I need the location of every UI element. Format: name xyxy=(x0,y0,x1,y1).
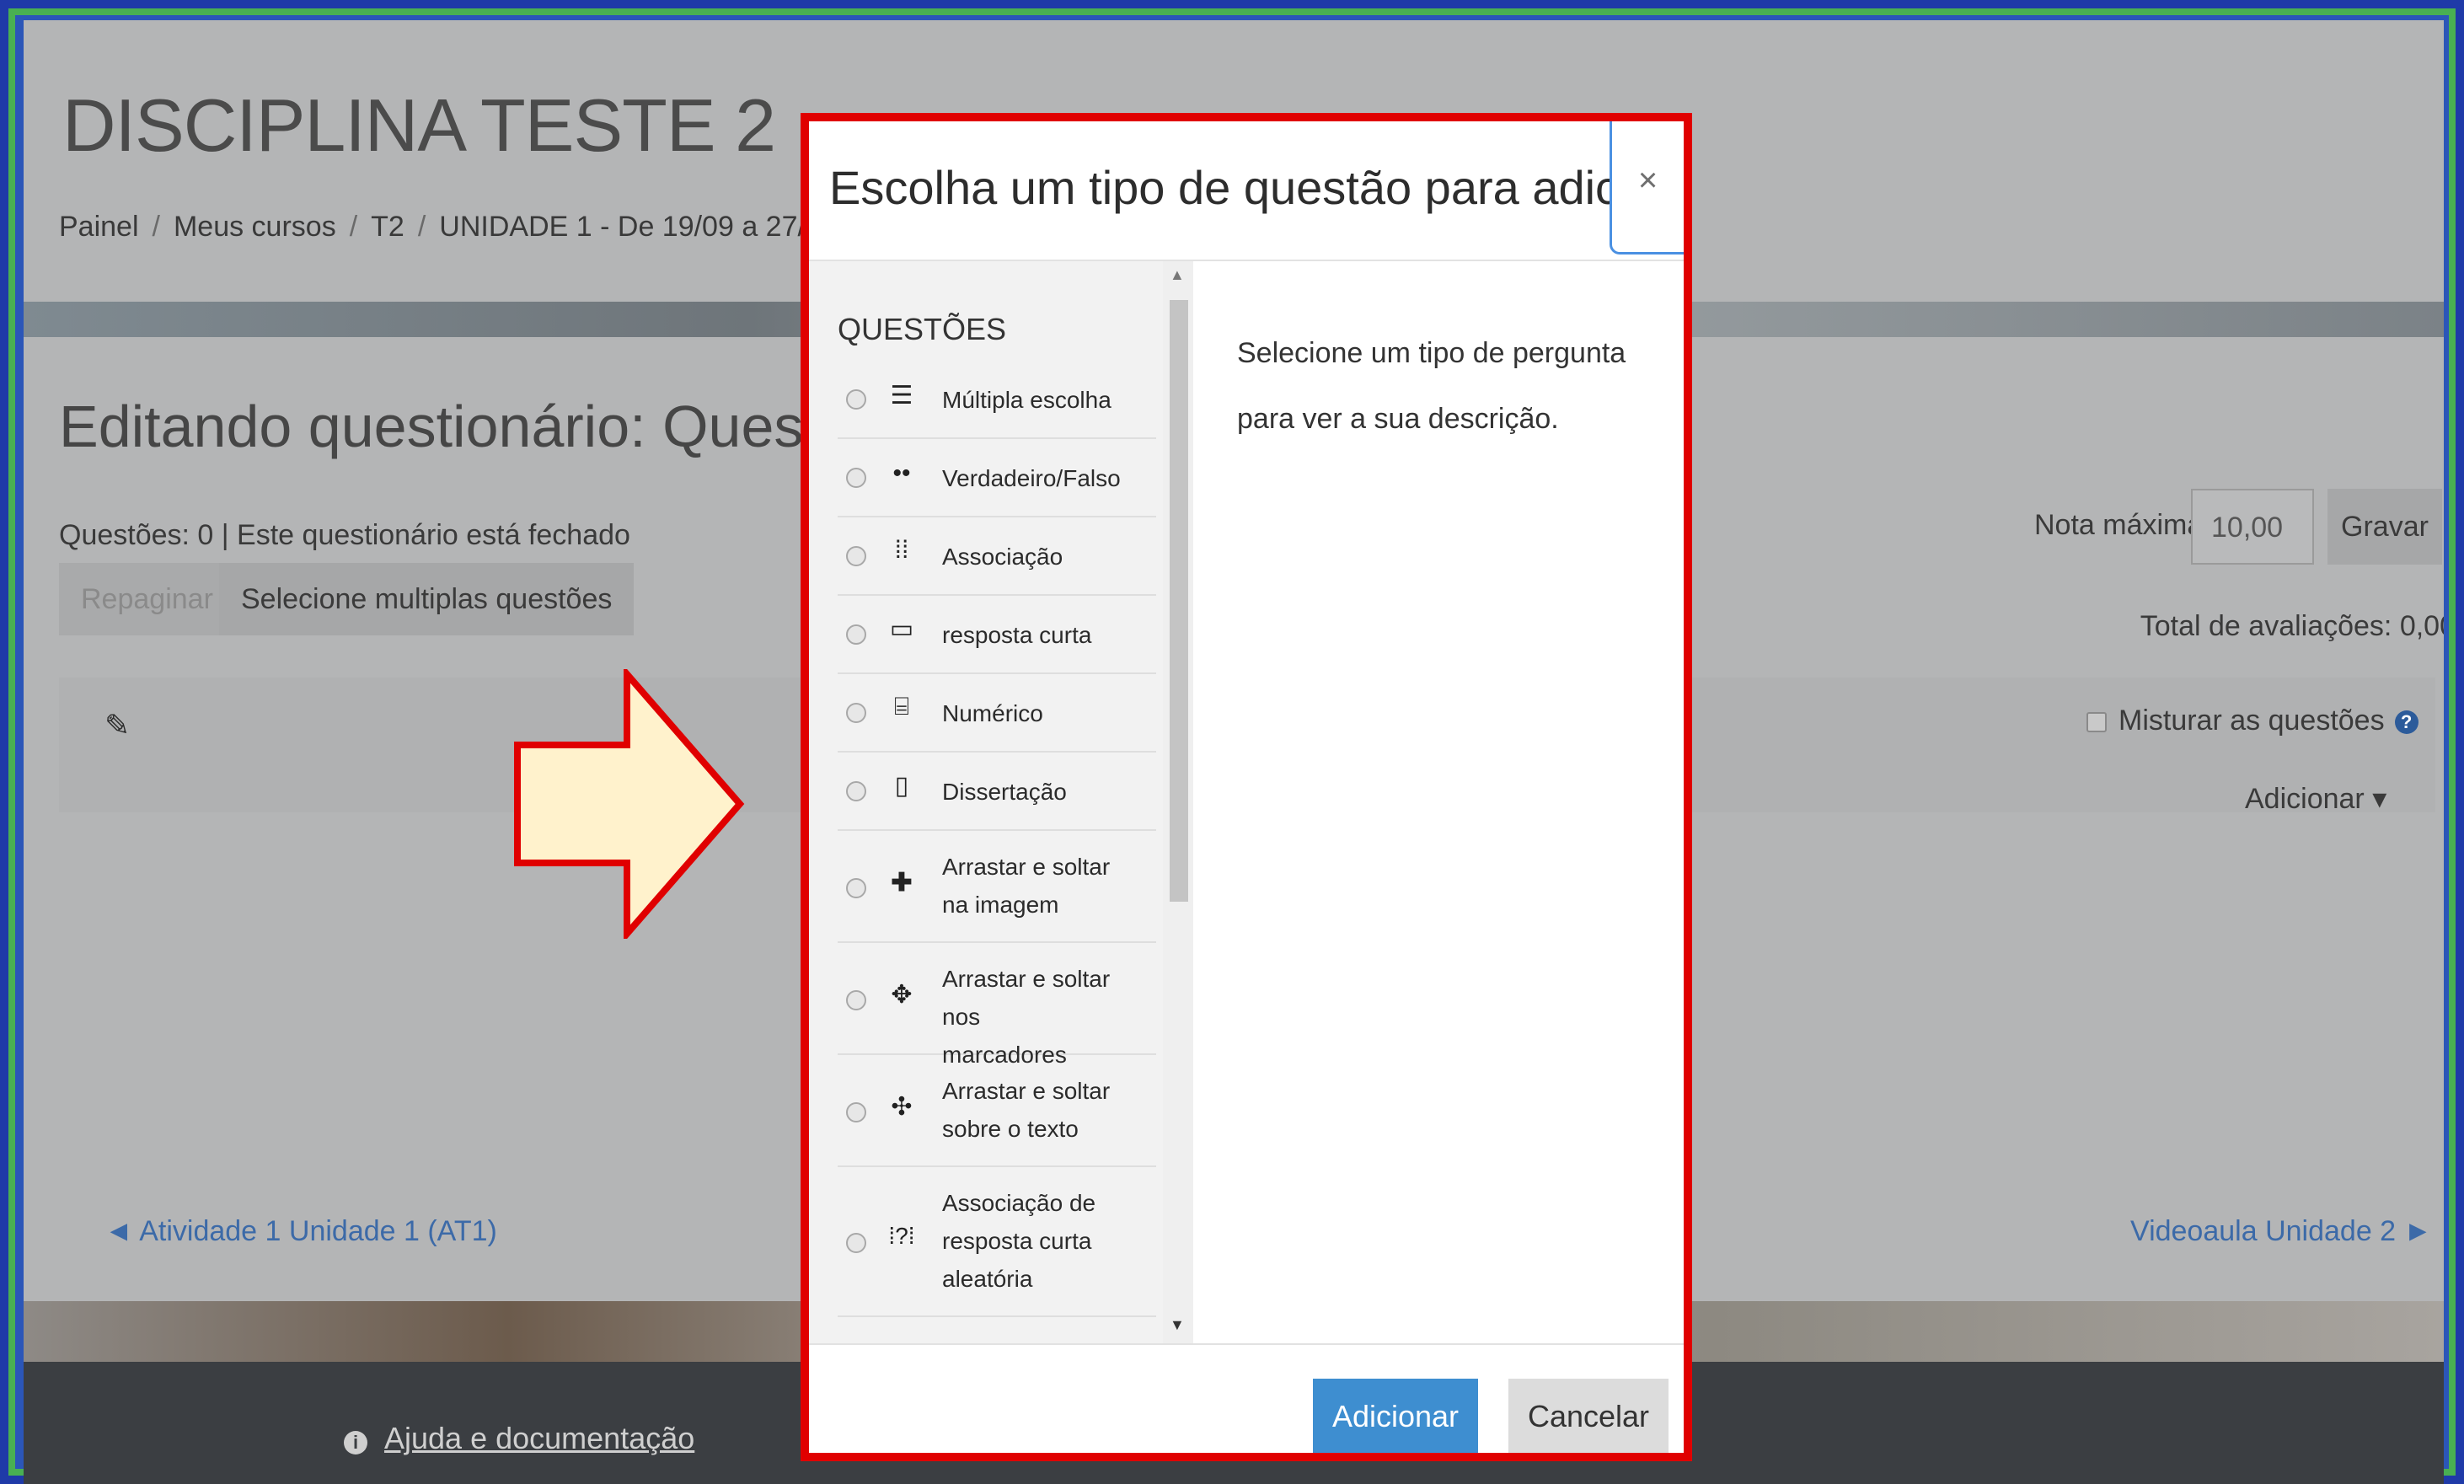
shuffle-label: Misturar as questões xyxy=(2119,704,2385,737)
quiz-status: Questões: 0 | Este questionário está fec… xyxy=(59,519,630,551)
list-heading: QUESTÕES xyxy=(838,312,1007,346)
plus-cross-icon: ✚ xyxy=(891,869,913,897)
question-type-label: Verdadeiro/Falso xyxy=(942,465,1121,491)
help-icon[interactable]: ? xyxy=(2394,710,2418,735)
breadcrumb-painel[interactable]: Painel xyxy=(59,211,139,243)
list-item[interactable]: ▯ Dissertação xyxy=(838,753,1156,831)
random-match-icon: ⁞?⁞ xyxy=(888,1223,915,1249)
radio-button[interactable] xyxy=(846,546,866,566)
question-type-label: Dissertação xyxy=(942,779,1067,805)
course-title: DISCIPLINA TESTE 2 xyxy=(62,83,776,167)
callout-arrow-icon xyxy=(514,669,745,939)
list-icon: ☰ xyxy=(890,382,913,410)
shuffle-questions[interactable]: Misturar as questões? xyxy=(2086,704,2418,737)
radio-button[interactable] xyxy=(846,1102,866,1122)
list-scrollbar-thumb[interactable] xyxy=(1170,300,1188,902)
list-item[interactable]: ☰ Múltipla escolha xyxy=(838,361,1156,439)
help-docs-link[interactable]: i Ajuda e documentação xyxy=(344,1421,694,1456)
question-type-label: Associação de resposta curta aleatória xyxy=(942,1190,1096,1292)
question-type-label: resposta curta xyxy=(942,622,1092,648)
radio-button[interactable] xyxy=(846,1233,866,1253)
scroll-down-icon[interactable]: ▼ xyxy=(1170,1316,1185,1334)
numeric-icon: ⌸ xyxy=(894,693,909,721)
question-type-label: Múltipla escolha xyxy=(942,387,1111,413)
breadcrumb-separator: / xyxy=(349,211,358,243)
list-item[interactable]: ✥ Arrastar e soltar nos marcadores xyxy=(838,943,1156,1068)
save-grade-button[interactable]: Gravar xyxy=(2327,489,2442,565)
breadcrumb-separator: / xyxy=(152,211,160,243)
two-dots-icon: •• xyxy=(892,459,911,487)
grid-dots-icon: ⁞⁞ xyxy=(894,536,909,564)
essay-icon: ▯ xyxy=(894,772,909,800)
list-item[interactable]: ⌸ Numérico xyxy=(838,674,1156,753)
select-multiple-button[interactable]: Selecione multiplas questões xyxy=(219,563,635,635)
max-grade-input[interactable]: 10,00 xyxy=(2191,489,2314,565)
short-answer-icon: ▭ xyxy=(889,615,914,643)
scroll-up-icon[interactable]: ▲ xyxy=(1170,266,1185,284)
info-icon: i xyxy=(344,1431,367,1455)
list-item[interactable]: ⁞?⁞ Associação de resposta curta aleatór… xyxy=(838,1167,1156,1317)
list-item[interactable]: ✚ Arrastar e soltar na imagem xyxy=(838,831,1156,943)
question-type-label: Associação xyxy=(942,544,1063,570)
add-question-button[interactable]: Adicionar xyxy=(1313,1379,1478,1453)
list-item[interactable]: •• Verdadeiro/Falso xyxy=(838,439,1156,517)
shuffle-checkbox[interactable] xyxy=(2086,712,2107,733)
breadcrumb-separator: / xyxy=(417,211,426,243)
radio-button[interactable] xyxy=(846,990,866,1010)
question-type-label: Arrastar e soltar na imagem xyxy=(942,854,1111,918)
question-type-label: Arrastar e soltar sobre o texto xyxy=(942,1078,1111,1142)
edit-pencil-icon[interactable]: ✎ xyxy=(104,708,130,743)
add-menu-button[interactable]: Adicionar ▾ xyxy=(2245,782,2386,816)
question-type-description: Selecione um tipo de pergunta para ver a… xyxy=(1237,337,1626,435)
radio-button[interactable] xyxy=(846,389,866,410)
question-type-label: Numérico xyxy=(942,700,1043,726)
prev-activity-link[interactable]: ◄ Atividade 1 Unidade 1 (AT1) xyxy=(104,1215,497,1248)
breadcrumb-t2[interactable]: T2 xyxy=(371,211,404,243)
close-icon[interactable]: × xyxy=(1610,121,1684,254)
list-item[interactable]: ⁞⁞ Associação xyxy=(838,517,1156,596)
list-item[interactable]: ✣ Arrastar e soltar sobre o texto xyxy=(838,1055,1156,1167)
modal-footer: Adicionar Cancelar xyxy=(809,1343,1684,1453)
question-type-list[interactable]: QUESTÕES ☰ Múltipla escolha •• Verdadeir… xyxy=(809,261,1193,1343)
question-type-modal: Escolha um tipo de questão para adiciona… xyxy=(809,121,1684,1453)
radio-button[interactable] xyxy=(846,468,866,488)
breadcrumb: Painel / Meus cursos / T2/UNIDADE 1 - De 19/… xyxy=(59,211,909,244)
help-docs-label: Ajuda e documentação xyxy=(384,1421,695,1455)
radio-button[interactable] xyxy=(846,624,866,645)
move-markers-icon: ✥ xyxy=(891,981,913,1009)
modal-header: Escolha um tipo de questão para adiciona… xyxy=(809,121,1684,261)
repaginar-button[interactable]: Repaginar xyxy=(59,563,235,635)
radio-button[interactable] xyxy=(846,703,866,723)
radio-button[interactable] xyxy=(846,878,866,898)
modal-title: Escolha um tipo de questão para adiciona… xyxy=(829,161,1684,214)
radio-button[interactable] xyxy=(846,781,866,801)
total-grades: Total de avaliações: 0,00 xyxy=(2140,610,2444,642)
move-text-icon: ✣ xyxy=(891,1093,913,1121)
cancel-button[interactable]: Cancelar xyxy=(1508,1379,1669,1453)
breadcrumb-meus-cursos[interactable]: Meus cursos xyxy=(174,211,336,243)
list-item[interactable]: ▭ resposta curta xyxy=(838,596,1156,674)
max-grade-label: Nota máxima xyxy=(2034,509,2204,541)
next-activity-link[interactable]: Videoaula Unidade 2 ► xyxy=(2130,1215,2432,1248)
